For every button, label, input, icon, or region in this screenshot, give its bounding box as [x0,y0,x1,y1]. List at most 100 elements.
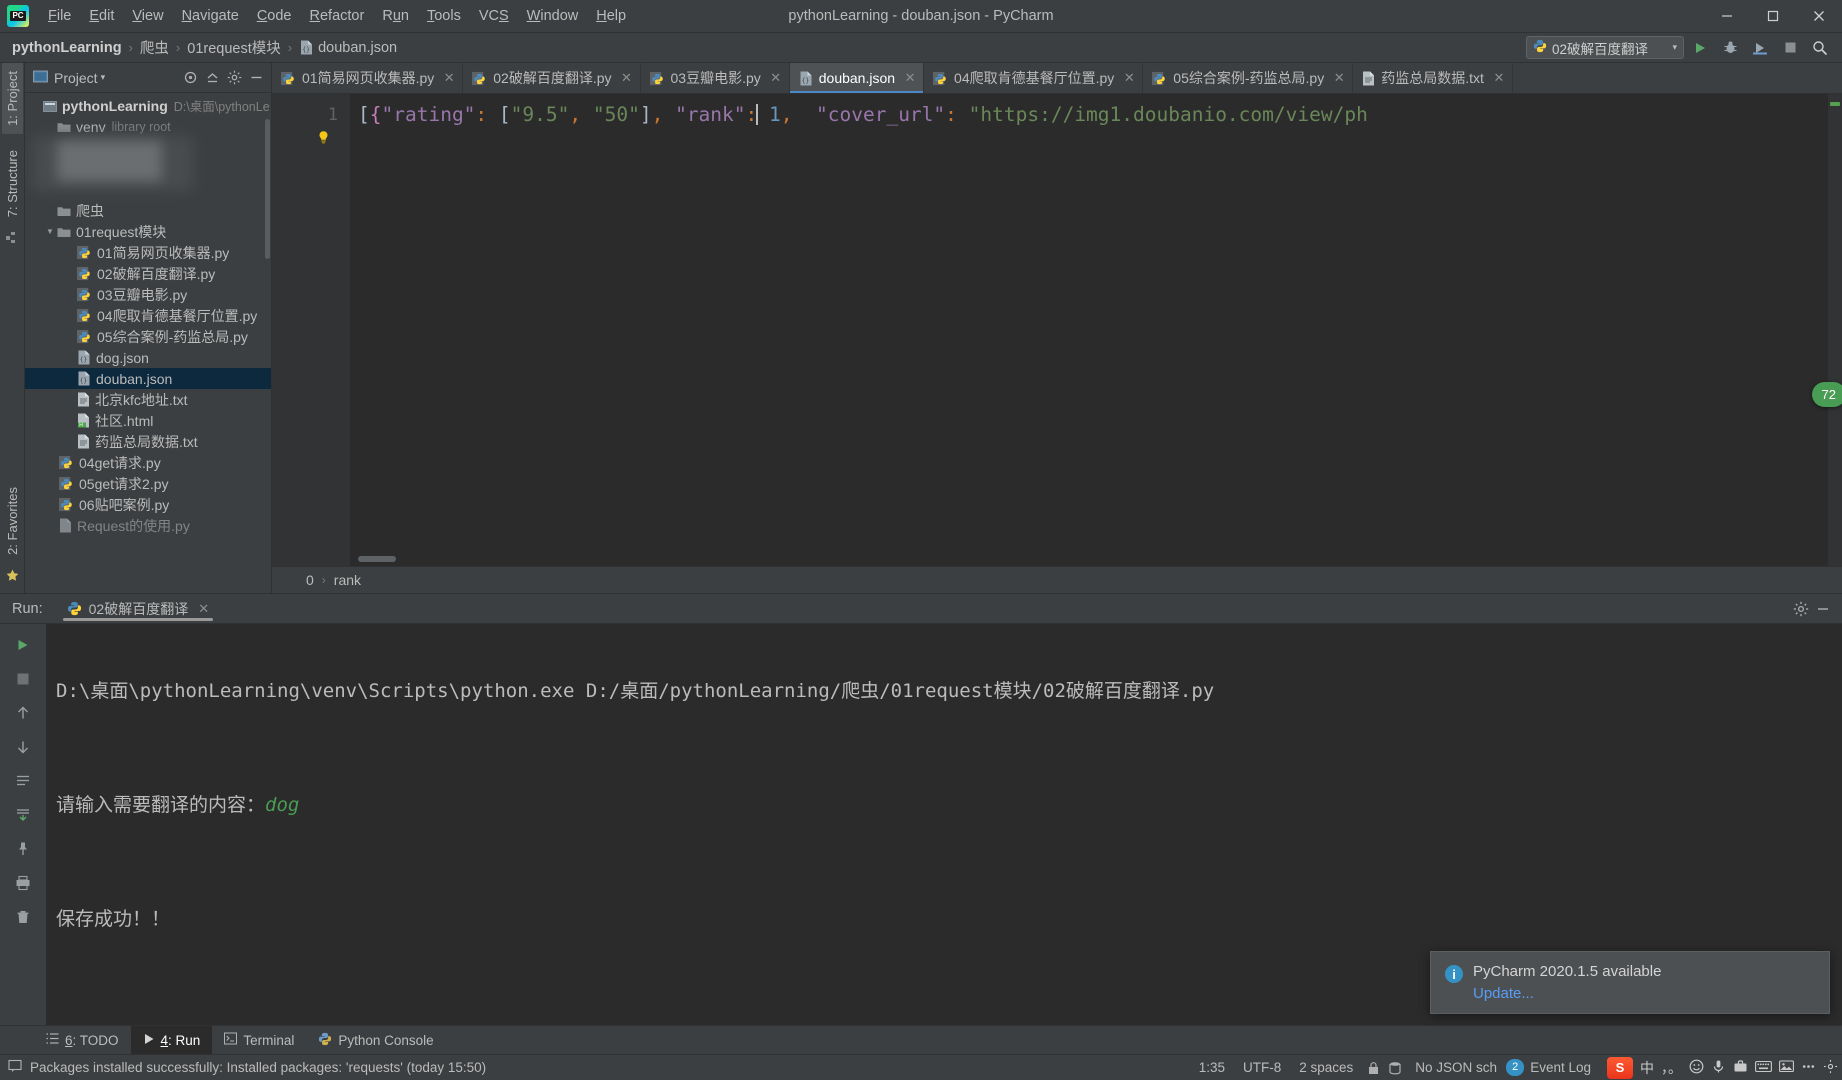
tree-item-project-root[interactable]: pythonLearning D:\桌面\pythonLe [25,95,271,116]
ime-mic-icon[interactable] [1711,1059,1726,1077]
tree-item-file-04[interactable]: 04爬取肯德基餐厅位置.py [25,305,271,326]
stop-button[interactable] [8,664,38,694]
run-session-tab[interactable]: 02破解百度翻译 ✕ [59,594,217,623]
file-encoding[interactable]: UTF-8 [1234,1060,1290,1075]
close-icon[interactable]: ✕ [1123,70,1135,86]
tree-item-file-dog-json[interactable]: {} dog.json [25,347,271,368]
close-icon[interactable]: ✕ [198,601,209,617]
sidebar-tab-structure[interactable]: 7: Structure [2,142,23,225]
breadcrumb-project[interactable]: pythonLearning [12,40,122,56]
breadcrumb-folder-1[interactable]: 爬虫 [140,37,169,58]
breadcrumb-folder-2[interactable]: 01request模块 [187,37,281,58]
intention-bulb-icon[interactable] [316,130,331,145]
sogou-ime-icon[interactable]: S [1607,1056,1633,1079]
chevron-down-icon[interactable]: ▾ [101,72,106,83]
sidebar-tab-project[interactable]: 1: Project [1,63,23,134]
close-icon[interactable]: ✕ [443,70,455,86]
ime-settings-icon[interactable] [1823,1059,1838,1077]
menu-file[interactable]: File [39,0,80,32]
tree-item-folder-01request[interactable]: ▼ 01request模块 [25,221,271,242]
editor-tab-04[interactable]: 04爬取肯德基餐厅位置.py ✕ [924,63,1144,93]
tree-item-file-kfc-txt[interactable]: 北京kfc地址.txt [25,389,271,410]
run-coverage-button[interactable] [1746,35,1774,61]
pin-icon[interactable] [8,834,38,864]
trash-icon[interactable] [8,902,38,932]
editor-tab-02[interactable]: 02破解百度翻译.py ✕ [463,63,641,93]
menu-edit[interactable]: Edit [80,0,123,32]
bottom-tab-python-console[interactable]: Python Console [306,1026,445,1054]
ime-keyboard-icon[interactable] [1755,1060,1772,1076]
menu-code[interactable]: Code [248,0,301,32]
tree-item-file-douban-json[interactable]: {} douban.json [25,368,271,389]
stop-button[interactable] [1776,35,1804,61]
minimize-button[interactable] [1704,0,1750,32]
hide-panel-icon[interactable] [1812,598,1834,620]
menu-view[interactable]: View [123,0,172,32]
tree-item-file-02[interactable]: 02破解百度翻译.py [25,263,271,284]
down-arrow-button[interactable] [8,732,38,762]
close-icon[interactable]: ✕ [1333,70,1345,86]
run-button[interactable] [1686,35,1714,61]
editor-tab-01[interactable]: 01简易网页收集器.py ✕ [272,63,464,93]
tree-item-file-01[interactable]: 01简易网页收集器.py [25,242,271,263]
search-icon[interactable] [1806,35,1834,61]
tree-item-folder-crawler[interactable]: 爬虫 [25,200,271,221]
tree-item-venv[interactable]: venv library root [25,116,271,137]
json-schema-status[interactable]: No JSON sch [1406,1060,1506,1075]
menu-help[interactable]: Help [587,0,635,32]
gear-icon[interactable] [1790,598,1812,620]
locate-file-icon[interactable] [179,67,201,89]
gear-icon[interactable] [223,67,245,89]
tree-item-file-05[interactable]: 05综合案例-药监总局.py [25,326,271,347]
editor-tab-05[interactable]: 05综合案例-药监总局.py ✕ [1143,63,1354,93]
event-log-button[interactable]: 2 Event Log [1506,1059,1597,1076]
bottom-tab-todo[interactable]: 6: TODO [34,1026,131,1054]
close-icon[interactable]: ✕ [770,70,782,86]
tree-scrollbar[interactable] [265,119,270,259]
menu-vcs[interactable]: VCS [470,0,518,32]
menu-navigate[interactable]: Navigate [173,0,248,32]
notification-update-link[interactable]: Update... [1473,985,1661,1002]
menu-tools[interactable]: Tools [418,0,470,32]
menu-run[interactable]: Run [373,0,418,32]
tree-item-file-03[interactable]: 03豆瓣电影.py [25,284,271,305]
tree-item-file-05get2[interactable]: 05get请求2.py [25,473,271,494]
soft-wrap-button[interactable] [8,766,38,796]
ime-smiley-icon[interactable] [1689,1059,1704,1077]
code-editor-area[interactable]: [{"rating": ["9.5", "50"], "rank": 1, "c… [350,94,1842,566]
tree-item-file-04get[interactable]: 04get请求.py [25,452,271,473]
db-icon[interactable] [1384,1061,1406,1075]
ime-more-icon[interactable] [1801,1059,1816,1077]
tree-item-file-06tieba[interactable]: 06贴吧案例.py [25,494,271,515]
caret-position[interactable]: 1:35 [1190,1060,1234,1075]
tree-item-file-request-usage[interactable]: Request的使用.py [25,515,271,536]
editor-tab-txt[interactable]: 药监总局数据.txt ✕ [1353,63,1513,93]
editor-gutter[interactable]: 1 [272,94,350,566]
tree-item-file-shequ-html[interactable]: H 社区.html [25,410,271,431]
rerun-button[interactable] [8,630,38,660]
up-arrow-button[interactable] [8,698,38,728]
close-icon[interactable]: ✕ [621,70,633,86]
sidebar-tab-favorites[interactable]: 2: Favorites [2,479,23,563]
close-button[interactable] [1796,0,1842,32]
print-icon[interactable] [8,868,38,898]
editor-tab-douban-json[interactable]: {} douban.json ✕ [789,63,925,93]
close-icon[interactable]: ✕ [1493,70,1505,86]
lock-icon[interactable] [1362,1061,1384,1075]
hide-panel-icon[interactable] [245,67,267,89]
debug-button[interactable] [1716,35,1744,61]
tree-item-file-yaojian-txt[interactable]: 药监总局数据.txt [25,431,271,452]
breadcrumb-file[interactable]: {} douban.json [299,40,397,56]
indent-setting[interactable]: 2 spaces [1290,1060,1362,1075]
editor-marker-bar[interactable] [1828,94,1842,566]
ime-image-icon[interactable] [1779,1059,1794,1076]
scroll-to-end-button[interactable] [8,800,38,830]
tree-expander-open[interactable]: ▼ [43,227,57,236]
bottom-tab-terminal[interactable]: Terminal [212,1026,306,1054]
editor-breadcrumb-index[interactable]: 0 [306,572,314,588]
maximize-button[interactable] [1750,0,1796,32]
editor-status-pill[interactable]: 72 [1811,382,1842,407]
editor-horizontal-scrollbar[interactable] [358,556,396,562]
menu-refactor[interactable]: Refactor [301,0,374,32]
project-tree[interactable]: pythonLearning D:\桌面\pythonLe venv libra… [25,93,271,593]
